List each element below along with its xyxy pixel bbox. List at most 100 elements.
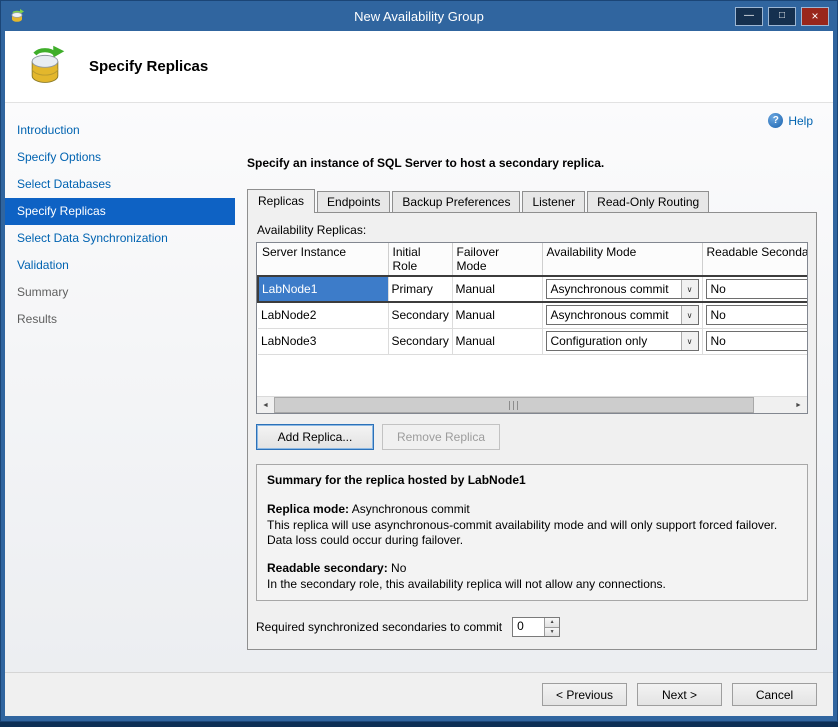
chevron-down-icon[interactable]: ∨ [681,306,698,324]
instruction-text: Specify an instance of SQL Server to hos… [247,156,817,170]
title-bar[interactable]: New Availability Group — □ × [5,1,833,31]
replica-summary-box: Summary for the replica hosted by LabNod… [256,464,808,601]
readable-secondary-label: Readable secondary: [267,561,388,575]
scrollbar-grip-icon [509,401,519,410]
cancel-button[interactable]: Cancel [732,683,817,706]
availability-mode-dropdown[interactable]: Asynchronous commit ∨ [546,279,699,299]
table-row[interactable]: LabNode3 Secondary Manual Configuration … [258,328,808,354]
table-row[interactable]: LabNode1 Primary Manual Asynchronous com… [258,276,808,302]
server-instance-cell[interactable]: LabNode3 [258,328,388,354]
readable-secondary-dropdown[interactable]: No [706,305,809,325]
column-header-initial-role[interactable]: Initial Role [388,243,452,276]
spinner-up-button[interactable]: ▲ [545,618,559,627]
replica-mode-value: Asynchronous commit [349,502,470,516]
replica-mode-description: This replica will use asynchronous-commi… [267,518,797,549]
help-link[interactable]: ? Help [768,113,813,128]
page-title: Specify Replicas [89,58,208,75]
failover-mode-cell[interactable]: Manual [452,328,542,354]
readable-secondary-summary-value: No [388,561,407,575]
tab-read-only-routing[interactable]: Read-Only Routing [587,191,709,212]
summary-title: Summary for the replica hosted by LabNod… [267,473,797,488]
availability-mode-dropdown[interactable]: Asynchronous commit ∨ [546,305,699,325]
availability-mode-value: Configuration only [547,334,681,348]
quorum-label: Required synchronized secondaries to com… [256,620,502,634]
help-icon: ? [768,113,783,128]
readable-secondary-cell: No [702,328,808,354]
sidebar-item-introduction[interactable]: Introduction [5,117,235,144]
readable-secondary-cell: No [702,276,808,302]
close-button[interactable]: × [801,7,829,26]
availability-mode-value: Asynchronous commit [547,282,681,296]
sidebar-item-summary: Summary [5,279,235,306]
tab-strip: Replicas Endpoints Backup Preferences Li… [247,188,817,212]
readable-secondary-line: Readable secondary: No [267,561,797,576]
initial-role-cell[interactable]: Secondary [388,302,452,328]
availability-replicas-label: Availability Replicas: [257,223,808,237]
add-replica-button[interactable]: Add Replica... [256,424,374,450]
availability-group-icon [23,43,67,90]
chevron-down-icon[interactable]: ∨ [681,280,698,298]
replicas-table: Server Instance Initial Role Failover Mo… [257,243,808,355]
window-title: New Availability Group [5,9,833,24]
quorum-value[interactable]: 0 [513,618,544,636]
quorum-row: Required synchronized secondaries to com… [256,617,808,641]
tab-replicas[interactable]: Replicas [247,189,315,213]
spinner-down-button[interactable]: ▼ [545,627,559,636]
server-instance-cell[interactable]: LabNode1 [258,276,388,302]
wizard-footer: < Previous Next > Cancel [5,672,833,716]
readable-secondary-value: No [711,308,726,322]
column-header-readable-secondary[interactable]: Readable Secondary [702,243,808,276]
readable-secondary-dropdown[interactable]: No [706,279,809,299]
table-row[interactable]: LabNode2 Secondary Manual Asynchronous c… [258,302,808,328]
main-area: Introduction Specify Options Select Data… [5,103,833,672]
initial-role-cell[interactable]: Primary [388,276,452,302]
sidebar-item-specify-replicas[interactable]: Specify Replicas [5,198,235,225]
sidebar-item-results: Results [5,306,235,333]
help-label: Help [788,114,813,128]
sidebar-item-select-data-synchronization[interactable]: Select Data Synchronization [5,225,235,252]
readable-secondary-cell: No [702,302,808,328]
content-area: ? Help Specify an instance of SQL Server… [235,103,833,672]
column-header-failover-mode[interactable]: Failover Mode [452,243,542,276]
failover-mode-cell[interactable]: Manual [452,302,542,328]
failover-mode-cell[interactable]: Manual [452,276,542,302]
availability-mode-dropdown[interactable]: Configuration only ∨ [546,331,699,351]
readable-secondary-value: No [711,334,726,348]
tab-endpoints[interactable]: Endpoints [317,191,390,212]
readable-secondary-value: No [711,282,726,296]
initial-role-cell[interactable]: Secondary [388,328,452,354]
remove-replica-button: Remove Replica [382,424,500,450]
minimize-button[interactable]: — [735,7,763,26]
replica-mode-line: Replica mode: Asynchronous commit [267,502,797,517]
horizontal-scrollbar[interactable]: ◄ ► [257,396,807,413]
readable-secondary-dropdown[interactable]: No [706,331,809,351]
availability-mode-cell: Asynchronous commit ∨ [542,302,702,328]
availability-mode-cell: Configuration only ∨ [542,328,702,354]
next-button[interactable]: Next > [637,683,722,706]
sidebar-item-specify-options[interactable]: Specify Options [5,144,235,171]
quorum-spinner[interactable]: 0 ▲ ▼ [512,617,560,637]
sidebar-item-select-databases[interactable]: Select Databases [5,171,235,198]
replica-actions: Add Replica... Remove Replica [256,424,808,450]
tab-backup-preferences[interactable]: Backup Preferences [392,191,520,212]
app-icon [9,7,27,25]
replicas-grid: Server Instance Initial Role Failover Mo… [256,242,808,414]
scroll-left-icon[interactable]: ◄ [257,397,274,413]
chevron-down-icon[interactable]: ∨ [681,332,698,350]
maximize-button[interactable]: □ [768,7,796,26]
scrollbar-thumb[interactable] [274,397,754,413]
column-header-server-instance[interactable]: Server Instance [258,243,388,276]
server-instance-cell[interactable]: LabNode2 [258,302,388,328]
tab-listener[interactable]: Listener [522,191,585,212]
previous-button[interactable]: < Previous [542,683,627,706]
replicas-tab-panel: Availability Replicas: Server Instance I… [247,212,817,650]
availability-mode-cell: Asynchronous commit ∨ [542,276,702,302]
wizard-header: Specify Replicas [5,31,833,103]
sidebar-item-validation[interactable]: Validation [5,252,235,279]
scroll-right-icon[interactable]: ► [790,397,807,413]
window-controls: — □ × [735,7,829,26]
wizard-steps-sidebar: Introduction Specify Options Select Data… [5,103,235,672]
column-header-availability-mode[interactable]: Availability Mode [542,243,702,276]
replica-mode-label: Replica mode: [267,502,349,516]
readable-secondary-description: In the secondary role, this availability… [267,577,797,592]
